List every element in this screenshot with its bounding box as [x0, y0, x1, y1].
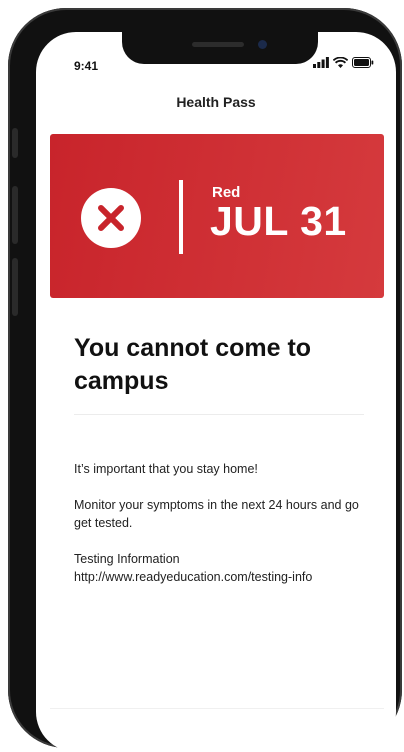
headline: You cannot come to campus	[74, 334, 312, 395]
status-date: JUL 31	[210, 198, 347, 244]
testing-info-title: Testing Information	[74, 552, 180, 566]
signal-icon	[313, 57, 329, 68]
divider	[74, 414, 364, 415]
instruction-text: It’s important that you stay home!	[74, 462, 258, 476]
testing-info-link[interactable]: http://www.readyeducation.com/testing-in…	[74, 568, 374, 586]
bottom-divider	[50, 708, 384, 709]
phone-screen: 9:41 Health Pass Red JUL 31 You cannot c…	[36, 32, 396, 752]
status-circle	[81, 188, 141, 248]
volume-down-button	[12, 258, 18, 316]
notch	[122, 32, 318, 64]
battery-icon	[352, 57, 374, 68]
status-time: 9:41	[74, 59, 99, 73]
mute-switch	[12, 128, 18, 158]
testing-info: Testing Information http://www.readyeduc…	[74, 550, 374, 586]
wifi-icon	[333, 57, 348, 68]
monitor-text: Monitor your symptoms in the next 24 hou…	[74, 498, 359, 530]
phone-frame: 9:41 Health Pass Red JUL 31 You cannot c…	[8, 8, 402, 752]
status-banner: Red JUL 31	[50, 134, 384, 298]
x-icon	[98, 205, 124, 231]
camera-icon	[258, 40, 267, 49]
banner-divider	[179, 180, 183, 254]
page-title: Health Pass	[176, 94, 256, 110]
speaker-grille	[192, 42, 244, 47]
volume-up-button	[12, 186, 18, 244]
status-icons	[313, 57, 374, 68]
